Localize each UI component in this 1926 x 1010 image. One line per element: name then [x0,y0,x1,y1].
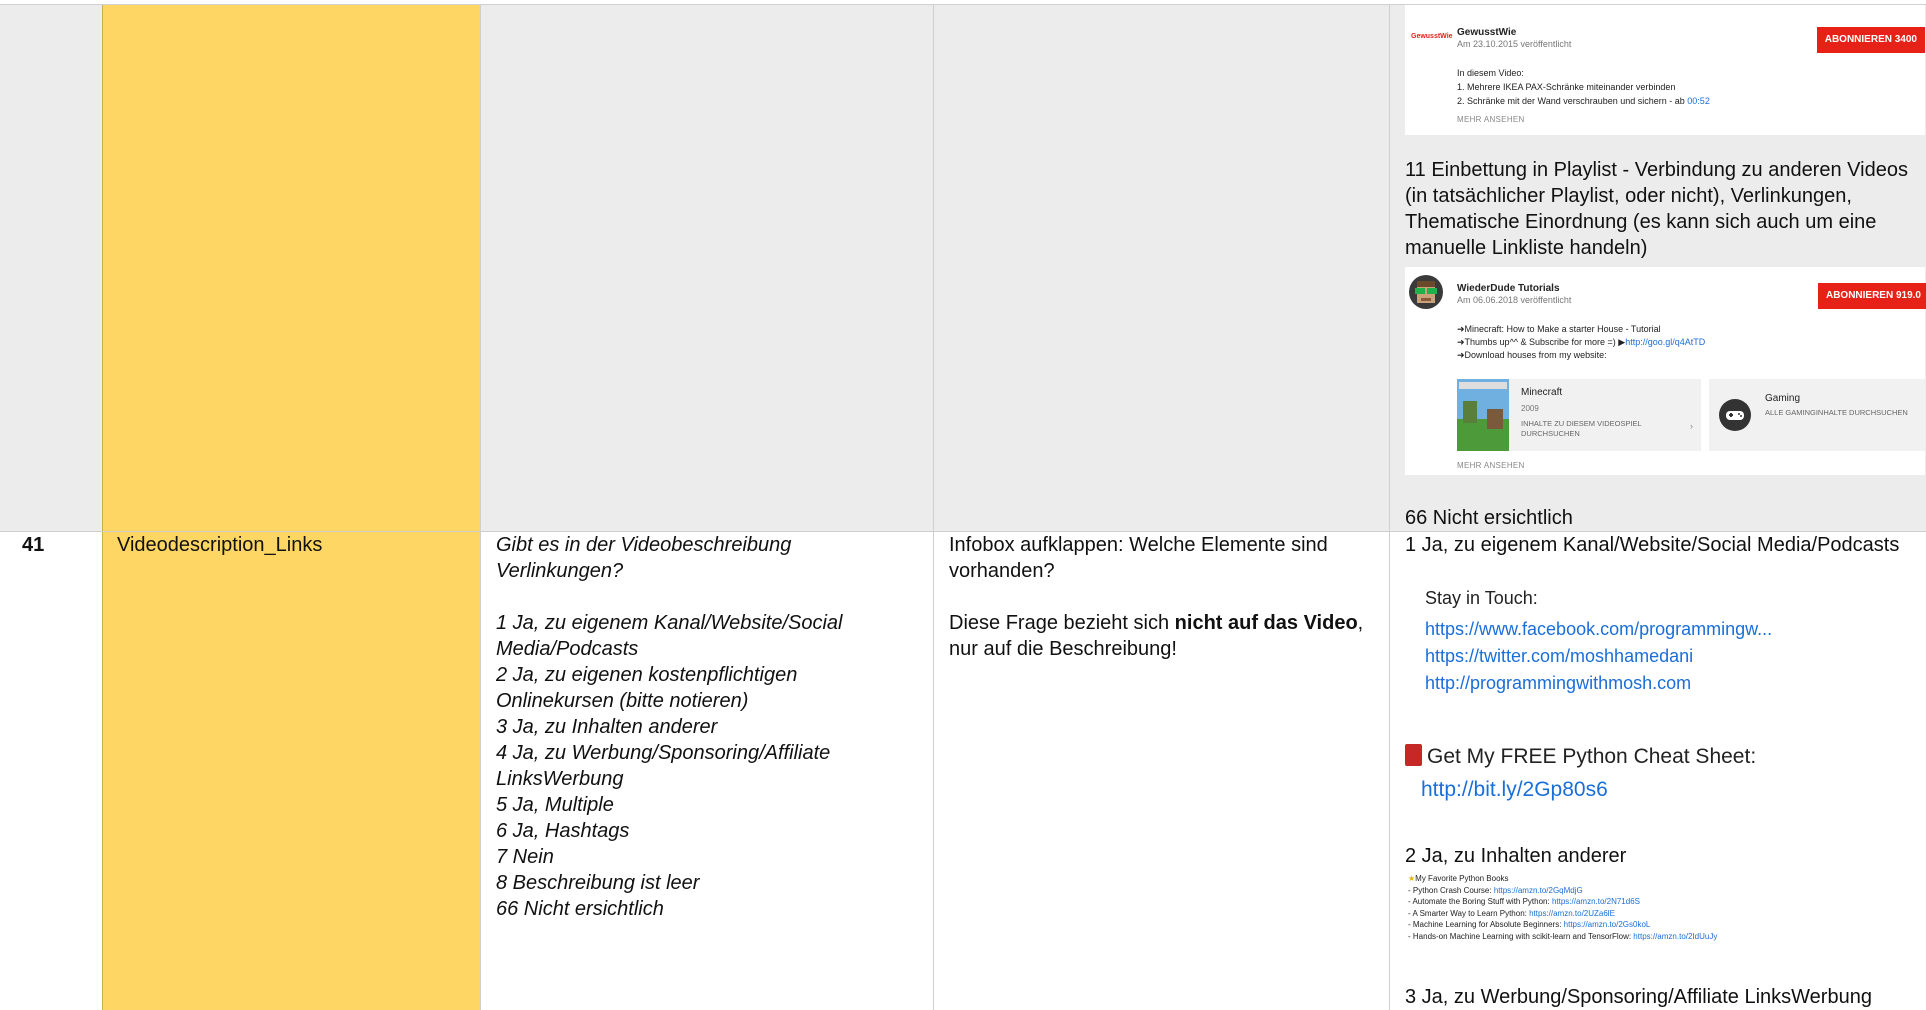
answer-option: 1 Ja, zu eigenem Kanal/Website/Social Me… [496,612,843,660]
game-action: INHALTE ZU DIESEM VIDEOSPIEL DURCHSUCHEN [1521,419,1642,438]
example-cell[interactable]: 1 Ja, zu eigenem Kanal/Website/Social Me… [1389,532,1926,1010]
row-number: 41 [22,534,45,556]
books-title: ★My Favorite Python Books [1408,873,1717,885]
answer-option: 8 Beschreibung ist leer [496,872,700,894]
more-label: MEHR ANSEHEN [1457,115,1525,124]
answer-option: 7 Nein [496,846,554,868]
instruction-text: Infobox aufklappen: Welche Elemente sind… [949,532,1369,662]
book-name: - Hands-on Machine Learning with scikit-… [1408,931,1634,941]
instruction: Infobox aufklappen: Welche Elemente sind… [949,534,1328,582]
option-66-text: 66 Nicht ersichtlich [1405,507,1573,529]
channel-logo: GewusstWie [1411,33,1453,40]
row-number-cell[interactable] [0,5,102,532]
more-label: MEHR ANSEHEN [1457,461,1525,470]
cheat-sheet-text: Get My FREE Python Cheat Sheet: [1427,745,1757,768]
row-number-cell[interactable]: 41 [0,532,102,1010]
table-row: 41 Videodescription_Links Gibt es in der… [0,531,1926,1010]
answer-option: 4 Ja, zu Werbung/Sponsoring/Affiliate Li… [496,742,831,790]
twitter-link: https://twitter.com/moshhamedani [1425,646,1694,666]
variable-cell[interactable]: Videodescription_Links [102,532,480,1010]
answer-option: 6 Ja, Hashtags [496,820,630,842]
description-text: ➜Thumbs up^^ & Subscribe for more =) ▶ [1457,337,1626,347]
book-link: https://amzn.to/2IdUuJy [1633,931,1718,941]
game-year: 2009 [1521,404,1539,413]
question: Gibt es in der Videobeschreibung Verlink… [496,534,792,582]
list-item: - Machine Learning for Absolute Beginner… [1408,919,1717,931]
channel-name: GewusstWie [1457,27,1517,38]
book-name: - Automate the Boring Stuff with Python: [1408,897,1552,906]
gaming-action: ALLE GAMINGINHALTE DURCHSUCHEN [1765,408,1908,417]
list-item: - Python Crash Course: https://amzn.to/2… [1408,885,1717,897]
instruction-note: Diese Frage bezieht sich nicht auf das V… [949,610,1369,662]
answer-option: 66 Nicht ersichtlich [496,898,664,920]
book-link: https://amzn.to/2UZa6lE [1529,908,1615,918]
book-icon [1405,744,1422,766]
book-name: - Python Crash Course: [1408,885,1494,895]
channel-avatar-icon [1409,275,1443,309]
description-line: 1. Mehrere IKEA PAX-Schränke miteinander… [1457,82,1676,92]
description-text: 2. Schränke mit der Wand verschrauben un… [1457,96,1688,106]
facebook-link: https://www.facebook.com/programmingw... [1425,619,1773,639]
description-link: http://goo.gl/q4AtTD [1625,337,1706,347]
description-line: ➜Download houses from my website: [1457,350,1607,360]
books-list: ★My Favorite Python Books - Python Crash… [1408,873,1717,942]
book-link: https://amzn.to/2Gs0koL [1563,920,1651,929]
question-cell[interactable]: Gibt es in der Videobeschreibung Verlink… [480,532,933,1010]
description-line: In diesem Video: [1457,68,1524,78]
question-cell[interactable] [480,5,933,532]
subscribe-button: ABONNIEREN 919.0 [1817,283,1926,309]
answer-option: 2 Ja, zu eigenen kostenpflichtigen Onlin… [496,664,798,712]
list-item: - Automate the Boring Stuff with Python:… [1408,896,1717,908]
example-2-label: 2 Ja, zu Inhalten anderer [1405,845,1627,867]
gaming-title: Gaming [1765,393,1801,404]
minecraft-cover-icon [1457,379,1509,451]
channel-name: WiederDude Tutorials [1457,283,1560,294]
youtube-description-screenshot: GewusstWie GewusstWie Am 23.10.2015 verö… [1405,5,1925,135]
publish-date: Am 23.10.2015 veröffentlicht [1457,39,1572,49]
game-title: Minecraft [1521,387,1563,398]
subscribe-button: ABONNIEREN 3400 [1816,27,1925,53]
publish-date: Am 06.06.2018 veröffentlicht [1457,295,1572,305]
description-line: ➜Thumbs up^^ & Subscribe for more =) ▶ht… [1457,337,1705,348]
answer-option: 5 Ja, Multiple [496,794,614,816]
answer-option: 3 Ja, zu Inhalten anderer [496,716,718,738]
book-name: - A Smarter Way to Learn Python: [1408,908,1530,918]
option-11-text: 11 Einbettung in Playlist - Verbindung z… [1405,159,1908,259]
gamepad-icon [1719,399,1751,431]
list-item: - Hands-on Machine Learning with scikit-… [1408,931,1717,943]
book-link: https://amzn.to/2N71d6S [1551,897,1640,906]
gaming-card: Gaming ALLE GAMINGINHALTE DURCHSUCHEN [1709,379,1925,451]
book-name: - Machine Learning for Absolute Beginner… [1408,920,1564,929]
description-line: 2. Schränke mit der Wand verschrauben un… [1457,96,1710,106]
instruction-cell[interactable] [933,5,1389,532]
social-links: https://www.facebook.com/programmingw...… [1425,616,1772,697]
example-1-label: 1 Ja, zu eigenem Kanal/Website/Social Me… [1405,534,1900,556]
chevron-right-icon: › [1690,421,1693,431]
question-text: Gibt es in der Videobeschreibung Verlink… [496,532,906,922]
timestamp-link: 00:52 [1687,96,1710,106]
description-line: ➜Minecraft: How to Make a starter House … [1457,324,1661,334]
note-bold: nicht auf das Video [1174,612,1358,634]
table-row: GewusstWie GewusstWie Am 23.10.2015 verö… [0,4,1926,532]
list-item: - A Smarter Way to Learn Python: https:/… [1408,908,1717,920]
book-link: https://amzn.to/2GqMdjG [1493,885,1583,895]
game-card: Minecraft 2009 INHALTE ZU DIESEM VIDEOSP… [1457,379,1701,451]
youtube-description-screenshot: WiederDude Tutorials Am 06.06.2018 veröf… [1405,267,1926,475]
example-3-label: 3 Ja, zu Werbung/Sponsoring/Affiliate Li… [1405,986,1872,1008]
example-cell[interactable]: GewusstWie GewusstWie Am 23.10.2015 verö… [1389,5,1926,532]
cheat-sheet-link: http://bit.ly/2Gp80s6 [1421,778,1608,801]
instruction-cell[interactable]: Infobox aufklappen: Welche Elemente sind… [933,532,1389,1010]
note-text: Diese Frage bezieht sich [949,612,1175,634]
books-title-text: My Favorite Python Books [1415,874,1509,883]
variable-cell[interactable] [102,5,480,532]
variable-name: Videodescription_Links [117,534,323,556]
spreadsheet: GewusstWie GewusstWie Am 23.10.2015 verö… [0,0,1926,1010]
website-link: http://programmingwithmosh.com [1425,673,1692,693]
cheat-sheet-line: Get My FREE Python Cheat Sheet: [1405,744,1756,769]
stay-in-touch: Stay in Touch: [1425,588,1538,608]
